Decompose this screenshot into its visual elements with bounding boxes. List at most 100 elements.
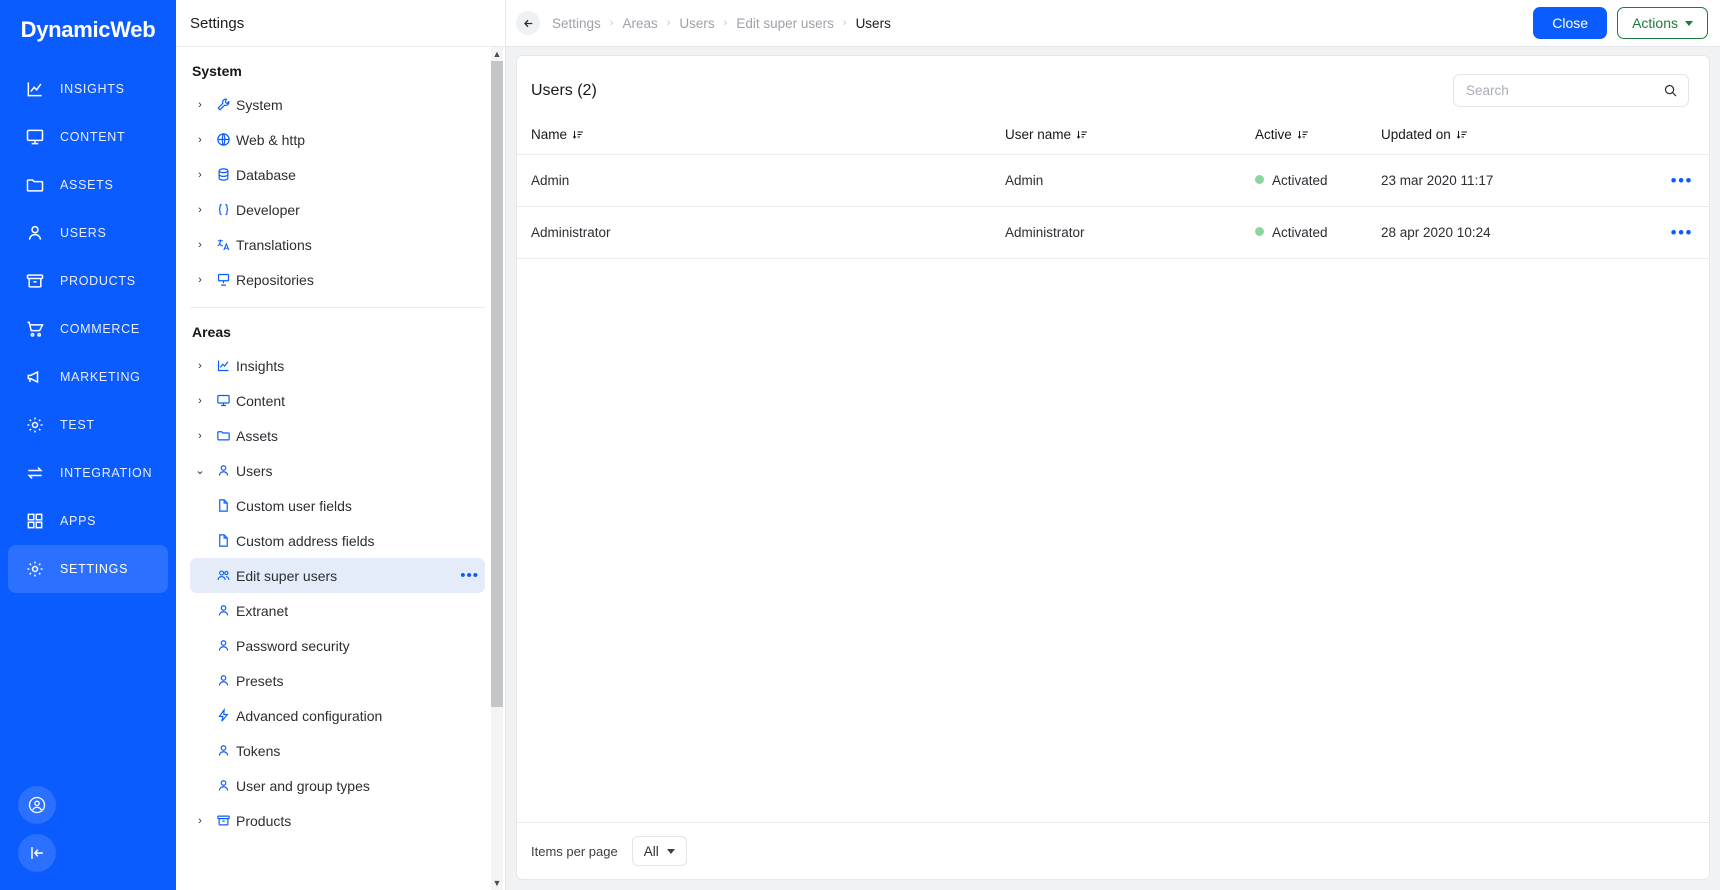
- settings-item-label: Web & http: [236, 131, 306, 148]
- actions-button-label: Actions: [1632, 15, 1678, 31]
- rail-item-apps[interactable]: APPS: [8, 497, 168, 545]
- rail-item-assets[interactable]: ASSETS: [8, 161, 168, 209]
- settings-item-user-and-group-types[interactable]: User and group types: [190, 768, 485, 803]
- cell-updated-on: 23 mar 2020 11:17: [1381, 154, 1639, 207]
- chevron-right-icon: ›: [198, 814, 202, 827]
- settings-item-label: Assets: [236, 427, 279, 444]
- rail-item-products[interactable]: PRODUCTS: [8, 257, 168, 305]
- settings-sidebar-scroll[interactable]: System › System › Web & http › Database …: [176, 47, 505, 890]
- settings-item-edit-super-users[interactable]: Edit super users •••: [190, 558, 485, 593]
- column-header-active[interactable]: Active: [1255, 121, 1381, 155]
- breadcrumb-item-areas[interactable]: Areas: [622, 16, 657, 31]
- rail-item-label: APPS: [60, 514, 97, 528]
- chevron-right-icon: ›: [198, 98, 202, 111]
- file-icon: [210, 498, 236, 513]
- account-circle-icon[interactable]: [18, 786, 56, 824]
- status-badge: Activated: [1255, 206, 1381, 259]
- settings-divider: [190, 307, 485, 308]
- rail-item-list: INSIGHTS CONTENT ASSETS USERS PRODUCTS C: [0, 65, 176, 593]
- rail-item-label: COMMERCE: [60, 322, 140, 336]
- settings-item-advanced-configuration[interactable]: Advanced configuration: [190, 698, 485, 733]
- scroll-down-icon[interactable]: ▼: [491, 876, 503, 890]
- chevron-right-icon: ›: [198, 133, 202, 146]
- users-table-head: Name User name Active Updated on: [517, 121, 1709, 155]
- sort-icon[interactable]: [1297, 129, 1309, 141]
- settings-item-label: User and group types: [236, 777, 370, 794]
- pagination-footer: Items per page All: [517, 822, 1709, 879]
- settings-item-content[interactable]: › Content: [190, 383, 485, 418]
- table-row[interactable]: Administrator Administrator Activated 28…: [517, 206, 1709, 259]
- settings-item-insights[interactable]: › Insights: [190, 348, 485, 383]
- search-box[interactable]: [1453, 74, 1689, 107]
- settings-item-repositories[interactable]: › Repositories: [190, 262, 485, 297]
- chart-line-icon: [210, 358, 236, 373]
- rail-item-test[interactable]: TEST: [8, 401, 168, 449]
- page-title: Users (2): [531, 81, 597, 99]
- settings-sidebar-scrollbar[interactable]: ▲ ▼: [491, 47, 503, 890]
- items-per-page-select[interactable]: All: [631, 836, 687, 866]
- settings-group-title-areas: Areas: [192, 324, 231, 340]
- settings-item-context-menu[interactable]: •••: [460, 568, 479, 583]
- settings-item-database[interactable]: › Database: [190, 157, 485, 192]
- users-card-header: Users (2): [517, 56, 1709, 121]
- rail-item-label: TEST: [60, 418, 95, 432]
- rail-item-integration[interactable]: INTEGRATION: [8, 449, 168, 497]
- scroll-up-icon[interactable]: ▲: [491, 47, 503, 61]
- settings-item-label: Developer: [236, 201, 300, 218]
- settings-item-tokens[interactable]: Tokens: [190, 733, 485, 768]
- search-input[interactable]: [1466, 83, 1663, 98]
- settings-item-presets[interactable]: Presets: [190, 663, 485, 698]
- rail-item-marketing[interactable]: MARKETING: [8, 353, 168, 401]
- row-context-menu-icon[interactable]: •••: [1671, 171, 1693, 190]
- settings-item-label: Extranet: [236, 602, 289, 619]
- column-header-updated-on[interactable]: Updated on: [1381, 121, 1639, 155]
- collapse-sidebar-icon[interactable]: [18, 834, 56, 872]
- back-arrow-icon[interactable]: [516, 11, 540, 35]
- settings-item-translations[interactable]: › Translations: [190, 227, 485, 262]
- column-label: Name: [531, 127, 568, 142]
- settings-item-password-security[interactable]: Password security: [190, 628, 485, 663]
- sort-icon[interactable]: [1076, 129, 1088, 141]
- gear-icon: [24, 558, 46, 580]
- settings-item-developer[interactable]: › Developer: [190, 192, 485, 227]
- settings-item-label: Password security: [236, 637, 350, 654]
- settings-item-custom-user-fields[interactable]: Custom user fields: [190, 488, 485, 523]
- breadcrumb-separator-icon: ›: [723, 17, 728, 29]
- breadcrumb-item-settings[interactable]: Settings: [552, 16, 601, 31]
- rail-item-content[interactable]: CONTENT: [8, 113, 168, 161]
- settings-item-products[interactable]: › Products: [190, 803, 485, 838]
- rail-item-settings[interactable]: SETTINGS: [8, 545, 168, 593]
- settings-item-label: Users: [236, 462, 273, 479]
- table-empty-space: [517, 259, 1709, 822]
- settings-group-title-system: System: [192, 63, 242, 79]
- search-icon[interactable]: [1663, 83, 1678, 98]
- close-button[interactable]: Close: [1533, 7, 1608, 39]
- user-icon: [210, 603, 236, 618]
- settings-item-users[interactable]: ⌄ Users: [190, 453, 485, 488]
- column-header-user-name[interactable]: User name: [1005, 121, 1255, 155]
- row-context-menu-icon[interactable]: •••: [1671, 223, 1693, 242]
- settings-item-assets[interactable]: › Assets: [190, 418, 485, 453]
- column-header-actions: [1639, 121, 1709, 155]
- breadcrumb-item-users[interactable]: Users: [679, 16, 714, 31]
- scrollbar-thumb[interactable]: [491, 61, 503, 707]
- column-header-name[interactable]: Name: [517, 121, 1005, 155]
- settings-item-web-http[interactable]: › Web & http: [190, 122, 485, 157]
- cell-user-name: Administrator: [1005, 206, 1255, 259]
- rail-item-users[interactable]: USERS: [8, 209, 168, 257]
- sort-icon[interactable]: [572, 129, 584, 141]
- actions-dropdown-button[interactable]: Actions: [1617, 7, 1708, 39]
- database-icon: [210, 167, 236, 182]
- file-icon: [210, 533, 236, 548]
- sort-icon[interactable]: [1456, 129, 1468, 141]
- rail-item-insights[interactable]: INSIGHTS: [8, 65, 168, 113]
- settings-item-custom-address-fields[interactable]: Custom address fields: [190, 523, 485, 558]
- users-icon: [210, 568, 236, 583]
- users-card: Users (2) Name User name Active Updated …: [516, 55, 1710, 880]
- breadcrumb-item-edit-super-users[interactable]: Edit super users: [736, 16, 834, 31]
- rail-item-commerce[interactable]: COMMERCE: [8, 305, 168, 353]
- settings-item-system[interactable]: › System: [190, 87, 485, 122]
- chevron-right-icon: ›: [198, 429, 202, 442]
- table-row[interactable]: Admin Admin Activated 23 mar 2020 11:17 …: [517, 154, 1709, 207]
- settings-item-extranet[interactable]: Extranet: [190, 593, 485, 628]
